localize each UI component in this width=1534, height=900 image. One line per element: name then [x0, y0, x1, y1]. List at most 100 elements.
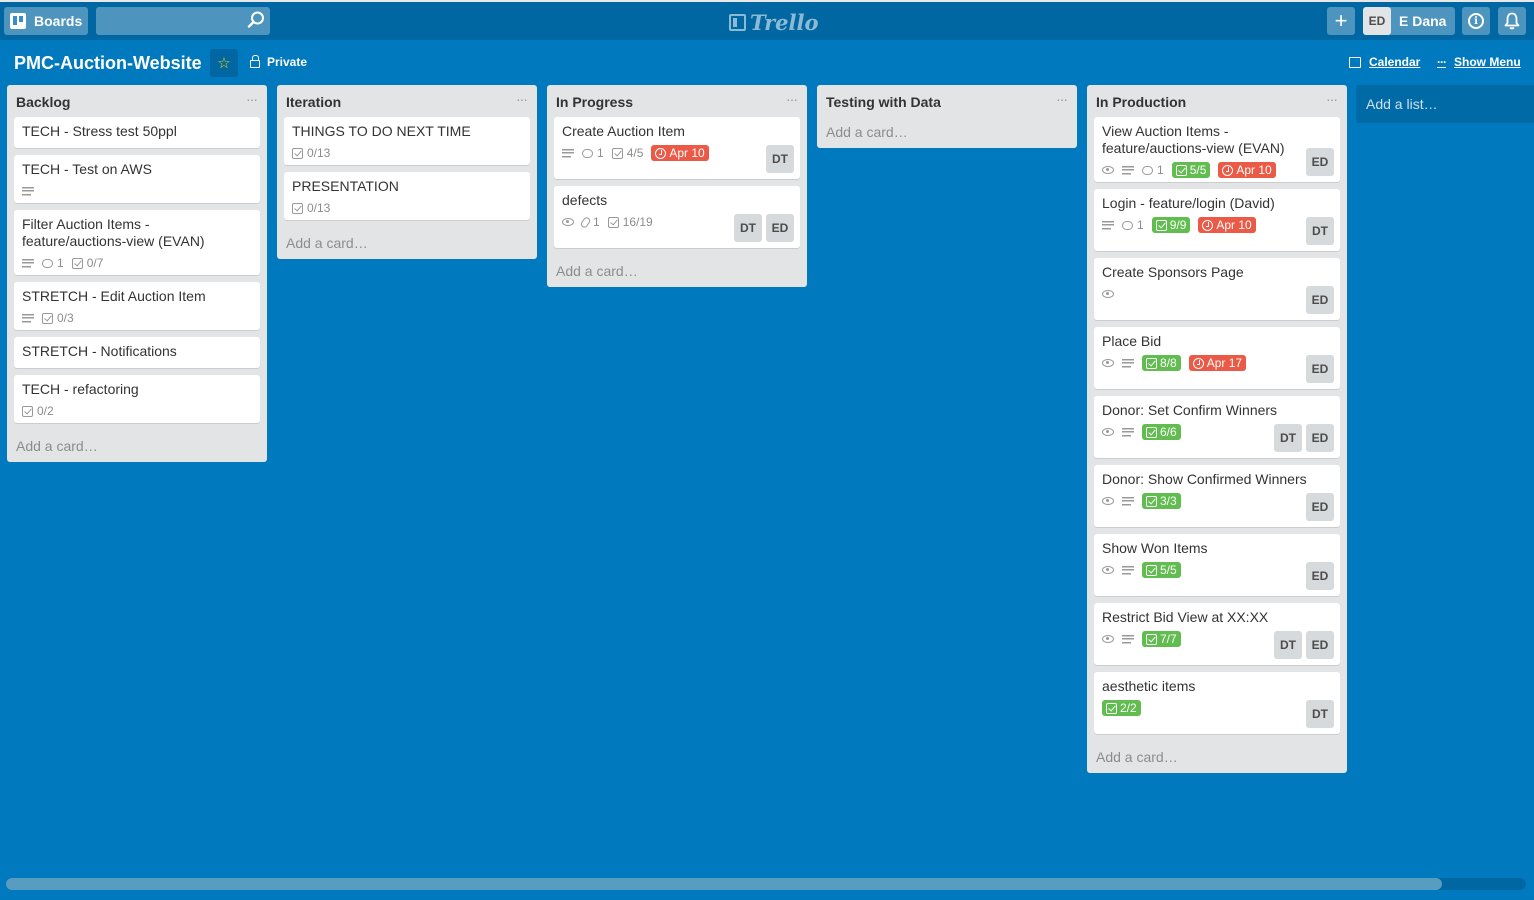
card-members: DT [1306, 217, 1334, 245]
list-menu-icon[interactable]: ··· [1326, 91, 1338, 107]
card-badges [22, 183, 252, 199]
add-list-button[interactable]: Add a list… [1356, 85, 1534, 123]
card-badges [1102, 286, 1300, 302]
card[interactable]: Login - feature/login (David) 1 9/9 Apr 10 D… [1094, 189, 1340, 251]
card[interactable]: Donor: Set Confirm Winners 6/6 DT ED [1094, 396, 1340, 458]
member-avatar[interactable]: ED [1306, 148, 1334, 176]
card[interactable]: STRETCH - Edit Auction Item 0/3 [14, 282, 260, 330]
comment-icon [42, 258, 53, 268]
card-members: ED [1306, 148, 1334, 176]
card[interactable]: Place Bid 8/8 Apr 17 ED [1094, 327, 1340, 389]
member-avatar[interactable]: ED [766, 214, 794, 242]
star-button[interactable]: ☆ [210, 49, 238, 77]
user-menu-button[interactable]: ED E Dana [1363, 7, 1455, 35]
checklist-badge: 16/19 [607, 215, 653, 229]
member-avatar[interactable]: DT [734, 214, 762, 242]
list-title[interactable]: Iteration [286, 94, 341, 110]
comment-count: 1 [597, 146, 604, 160]
checklist-badge: 3/3 [1142, 493, 1181, 509]
description-badge [1122, 565, 1134, 575]
calendar-link[interactable]: Calendar [1349, 55, 1420, 69]
checklist-badge: 7/7 [1142, 631, 1181, 647]
add-button[interactable]: + [1327, 7, 1355, 35]
card[interactable]: PRESENTATION 0/13 [284, 172, 530, 220]
notifications-button[interactable] [1498, 7, 1526, 35]
boards-button[interactable]: Boards [4, 7, 88, 35]
card[interactable]: THINGS TO DO NEXT TIME 0/13 [284, 117, 530, 165]
card[interactable]: TECH - refactoring 0/2 [14, 375, 260, 423]
watch-badge [1102, 166, 1114, 174]
card[interactable]: TECH - Test on AWS [14, 155, 260, 203]
add-card-button[interactable]: Add a card… [547, 255, 807, 287]
list-title[interactable]: Backlog [16, 94, 70, 110]
add-card-button[interactable]: Add a card… [277, 227, 537, 259]
description-icon [22, 313, 34, 323]
list-title[interactable]: In Production [1096, 94, 1186, 110]
board-title[interactable]: PMC-Auction-Website [14, 53, 202, 74]
list-menu-icon[interactable]: ··· [786, 91, 798, 107]
search-input[interactable] [96, 7, 270, 35]
member-avatar[interactable]: DT [1306, 700, 1334, 728]
member-avatar[interactable]: ED [1306, 286, 1334, 314]
member-avatar[interactable]: ED [1306, 562, 1334, 590]
card-badges: 1 16/19 [562, 214, 728, 230]
description-icon [1122, 565, 1134, 575]
description-icon [22, 186, 34, 196]
card[interactable]: Filter Auction Items - feature/auctions-… [14, 210, 260, 275]
bell-icon [1504, 12, 1520, 30]
watch-badge [1102, 359, 1114, 367]
list-header: Iteration ··· [277, 85, 537, 117]
member-avatar[interactable]: ED [1306, 355, 1334, 383]
card-list: View Auction Items - feature/auctions-vi… [1087, 117, 1347, 734]
list-menu-icon[interactable]: ··· [246, 91, 258, 107]
card[interactable]: Restrict Bid View at XX:XX 7/7 DT ED [1094, 603, 1340, 665]
list-title[interactable]: In Progress [556, 94, 633, 110]
checklist-icon [1146, 633, 1157, 645]
list-menu-icon[interactable]: ··· [1056, 91, 1068, 107]
search-icon[interactable] [246, 10, 266, 30]
card[interactable]: Create Auction Item 1 4/5 Apr 10 DT [554, 117, 800, 179]
lock-icon [250, 54, 260, 68]
checklist-icon [1146, 564, 1157, 576]
show-menu-link[interactable]: ··· Show Menu [1437, 55, 1521, 69]
trello-logo[interactable]: Trello [729, 9, 819, 35]
add-card-button[interactable]: Add a card… [7, 430, 267, 462]
checklist-icon [607, 216, 619, 228]
member-avatar[interactable]: DT [1274, 631, 1302, 659]
privacy-button[interactable]: Private [250, 54, 307, 69]
add-card-button[interactable]: Add a card… [1087, 741, 1347, 773]
description-icon [22, 258, 34, 268]
add-card-button[interactable]: Add a card… [817, 116, 1077, 148]
card[interactable]: aesthetic items 2/2 DT [1094, 672, 1340, 734]
list-header: In Progress ··· [547, 85, 807, 117]
member-avatar[interactable]: DT [766, 145, 794, 173]
member-avatar[interactable]: ED [1306, 424, 1334, 452]
boards-label: Boards [34, 13, 83, 29]
card[interactable]: View Auction Items - feature/auctions-vi… [1094, 117, 1340, 182]
list-title[interactable]: Testing with Data [826, 94, 941, 110]
eye-icon [562, 218, 574, 226]
card[interactable]: Show Won Items 5/5 ED [1094, 534, 1340, 596]
description-badge [22, 186, 34, 196]
watch-badge [1102, 566, 1114, 574]
list-testing-with-data: Testing with Data ··· Add a card… [817, 85, 1077, 148]
member-avatar[interactable]: ED [1306, 631, 1334, 659]
info-button[interactable]: i [1462, 7, 1490, 35]
card[interactable]: TECH - Stress test 50ppl [14, 117, 260, 148]
comment-badge: 1 [1142, 163, 1164, 177]
info-icon: i [1468, 13, 1484, 29]
member-avatar[interactable]: DT [1274, 424, 1302, 452]
due-badge: Apr 10 [1218, 162, 1276, 178]
due-badge: Apr 10 [651, 145, 709, 161]
card-members: DT [1306, 700, 1334, 728]
card[interactable]: defects 1 16/19 DT ED [554, 186, 800, 248]
member-avatar[interactable]: DT [1306, 217, 1334, 245]
list-menu-icon[interactable]: ··· [516, 91, 528, 107]
card[interactable]: Create Sponsors Page ED [1094, 258, 1340, 320]
checklist-badge: 0/2 [22, 404, 54, 418]
member-avatar[interactable]: ED [1306, 493, 1334, 521]
card[interactable]: STRETCH - Notifications [14, 337, 260, 368]
watch-badge [1102, 290, 1114, 298]
card[interactable]: Donor: Show Confirmed Winners 3/3 ED [1094, 465, 1340, 527]
horizontal-scrollbar-thumb[interactable] [6, 878, 1442, 890]
